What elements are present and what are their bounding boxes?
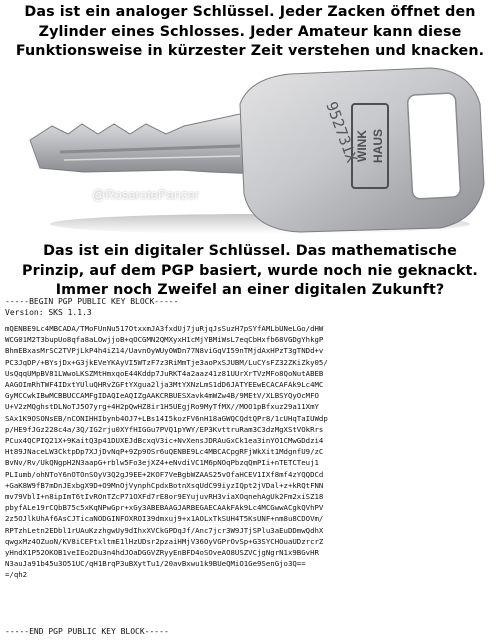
headline-line: Zylinder eines Schlosses. Jeder Amateur … [38,23,462,40]
headline-digital-key: Das ist ein digitaler Schlüssel. Das mat… [0,242,500,301]
headline-analog-key: Das ist ein analoger Schlüssel. Jeder Za… [0,3,500,62]
pgp-key-body: mQENBE9Lc4MBCADA/TMoFUnNu517OtxxmJA3fxdU… [5,324,328,580]
brand-text-line: HAUS [371,129,385,163]
key-hole [406,92,462,200]
pgp-version-line: Version: SKS 1.1.3 [5,308,92,317]
headline-line: Das ist ein analoger Schlüssel. Jeder Za… [24,4,476,20]
headline-line: Funktionsweise in kürzester Zeit versteh… [15,43,485,59]
headline-line: Prinzip, auf dem PGP basiert, wurde noch… [22,262,478,279]
pgp-begin-line: -----BEGIN PGP PUBLIC KEY BLOCK----- [5,297,179,306]
watermark-text: @RosarotePanzer [92,187,200,202]
key-image: WINK HAUS 952731X @RosarotePanzer [0,64,500,240]
key-blade [29,113,263,175]
headline-line: Das ist ein digitaler Schlüssel. Das mat… [43,243,457,259]
pgp-end-line: -----END PGP PUBLIC KEY BLOCK----- [5,627,169,636]
key-illustration: WINK HAUS 952731X [29,67,485,234]
